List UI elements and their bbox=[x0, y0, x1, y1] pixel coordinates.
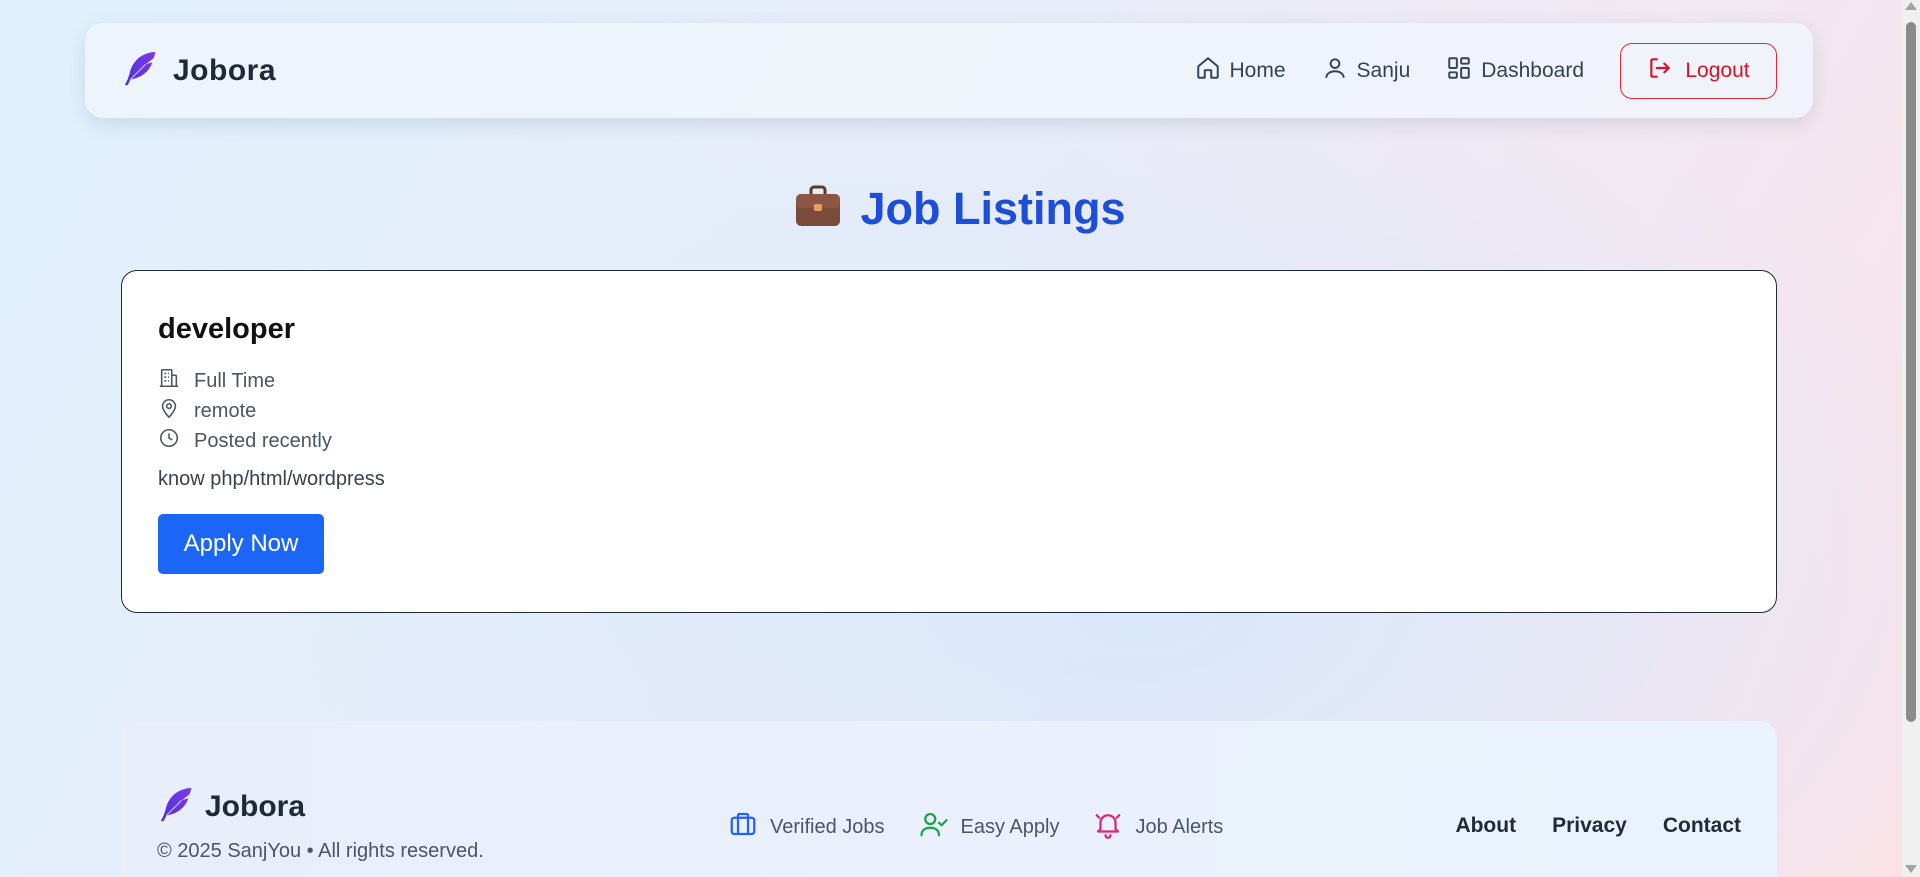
scroll-up-arrow-icon[interactable] bbox=[1905, 2, 1917, 10]
scrollbar-thumb[interactable] bbox=[1906, 22, 1916, 722]
top-navbar: Jobora Home Sanju Dashboard Logout bbox=[85, 23, 1813, 118]
briefcase-icon bbox=[728, 809, 758, 845]
feature-verified-jobs: Verified Jobs bbox=[728, 809, 885, 845]
nav-links: Home Sanju Dashboard Logout bbox=[1195, 42, 1777, 99]
feature-job-alerts: Job Alerts bbox=[1093, 809, 1223, 845]
feather-logo-icon bbox=[121, 49, 159, 92]
job-type: Full Time bbox=[194, 369, 276, 392]
map-pin-icon bbox=[158, 397, 180, 425]
user-icon bbox=[1322, 55, 1348, 87]
nav-dashboard-label: Dashboard bbox=[1481, 58, 1584, 82]
feature-easy-apply: Easy Apply bbox=[919, 809, 1060, 845]
nav-profile[interactable]: Sanju bbox=[1322, 55, 1411, 87]
logout-icon bbox=[1647, 55, 1673, 87]
dashboard-icon bbox=[1446, 55, 1472, 87]
job-posted-row: Posted recently bbox=[158, 426, 1740, 456]
feature-verified-jobs-label: Verified Jobs bbox=[770, 815, 885, 838]
job-type-row: Full Time bbox=[158, 366, 1740, 396]
scroll-down-arrow-icon[interactable] bbox=[1905, 865, 1917, 873]
home-icon bbox=[1195, 55, 1221, 87]
vertical-scrollbar[interactable] bbox=[1902, 0, 1920, 877]
nav-home-label: Home bbox=[1229, 58, 1286, 82]
job-card: developer Full Time remote Posted recent… bbox=[121, 270, 1777, 613]
job-location: remote bbox=[194, 399, 257, 422]
nav-dashboard[interactable]: Dashboard bbox=[1446, 55, 1584, 87]
feature-job-alerts-label: Job Alerts bbox=[1135, 815, 1224, 838]
feature-easy-apply-label: Easy Apply bbox=[960, 815, 1060, 838]
briefcase-emoji-icon bbox=[794, 185, 842, 234]
job-posted: Posted recently bbox=[194, 429, 332, 452]
footer-features: Verified Jobs Easy Apply Job Alerts bbox=[728, 809, 1223, 845]
footer-link-contact[interactable]: Contact bbox=[1663, 814, 1741, 838]
job-title: developer bbox=[158, 313, 295, 345]
copyright: © 2025 SanjYou • All rights reserved. bbox=[157, 840, 484, 862]
brand-name: Jobora bbox=[173, 53, 277, 87]
nav-home[interactable]: Home bbox=[1195, 55, 1286, 87]
footer: Jobora © 2025 SanjYou • All rights reser… bbox=[121, 721, 1777, 877]
footer-brand[interactable]: Jobora bbox=[157, 785, 305, 828]
clock-icon bbox=[158, 427, 180, 455]
user-check-icon bbox=[919, 809, 949, 845]
footer-link-about[interactable]: About bbox=[1455, 814, 1516, 838]
brand[interactable]: Jobora bbox=[121, 49, 276, 92]
page-title: Job Listings bbox=[860, 183, 1126, 234]
job-location-row: remote bbox=[158, 396, 1740, 426]
footer-brand-name: Jobora bbox=[205, 789, 306, 823]
apply-now-button[interactable]: Apply Now bbox=[158, 514, 324, 574]
footer-links: About Privacy Contact bbox=[1455, 814, 1741, 838]
logout-label: Logout bbox=[1685, 58, 1750, 82]
feather-logo-icon bbox=[157, 785, 195, 828]
page-heading: Job Listings bbox=[0, 183, 1920, 235]
logout-button[interactable]: Logout bbox=[1620, 42, 1777, 99]
job-description: know php/html/wordpress bbox=[158, 468, 385, 490]
building-icon bbox=[158, 367, 180, 395]
nav-profile-label: Sanju bbox=[1356, 58, 1411, 82]
bell-icon bbox=[1093, 809, 1123, 845]
footer-link-privacy[interactable]: Privacy bbox=[1552, 814, 1627, 838]
